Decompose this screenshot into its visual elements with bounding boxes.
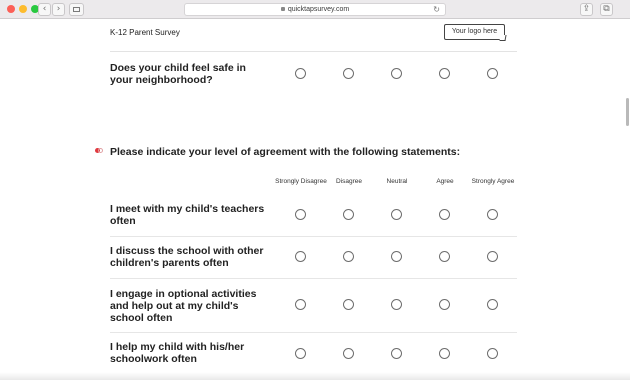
q1-radio-agree[interactable] xyxy=(439,68,450,79)
vertical-scrollbar[interactable] xyxy=(624,20,630,380)
scrollbar-thumb[interactable] xyxy=(626,98,629,126)
close-window-button[interactable] xyxy=(7,5,15,13)
tab-overview-button[interactable]: ⧉ xyxy=(600,3,613,16)
required-indicator-icon xyxy=(95,148,105,154)
row4-radio-disagree[interactable] xyxy=(343,348,354,359)
sidebar-toggle-button[interactable] xyxy=(69,3,84,16)
survey-page: K-12 Parent Survey Your logo here Does y… xyxy=(0,20,630,380)
forward-button[interactable]: › xyxy=(52,3,65,16)
logo-text: Your logo here xyxy=(451,28,498,35)
statement-row-4: I help my child with his/her schoolwork … xyxy=(110,341,245,365)
row4-radio-strongly-agree[interactable] xyxy=(487,348,498,359)
row3-radio-disagree[interactable] xyxy=(343,299,354,310)
question-agreement-text: Please indicate your level of agreement … xyxy=(110,146,461,158)
chevron-right-icon: › xyxy=(56,4,61,14)
address-bar[interactable]: quicktapsurvey.com ↻ xyxy=(184,3,446,16)
browser-toolbar: ‹ › quicktapsurvey.com ↻ ⇪ ⧉ xyxy=(0,0,630,19)
column-header-agree: Agree xyxy=(436,178,454,185)
row3-radio-strongly-agree[interactable] xyxy=(487,299,498,310)
q1-radio-disagree[interactable] xyxy=(343,68,354,79)
statement-row-3: I engage in optional activities and help… xyxy=(110,288,257,324)
q1-radio-neutral[interactable] xyxy=(391,68,402,79)
question-safety-text: Does your child feel safe in your neighb… xyxy=(110,62,246,86)
share-button[interactable]: ⇪ xyxy=(580,3,593,16)
page-curl-icon xyxy=(499,35,507,41)
row-divider xyxy=(110,332,517,333)
statement-row-1: I meet with my child's teachers often xyxy=(110,203,265,227)
row1-radio-neutral[interactable] xyxy=(391,209,402,220)
url-text: quicktapsurvey.com xyxy=(287,6,350,13)
sidebar-icon xyxy=(73,7,80,12)
row2-radio-strongly-disagree[interactable] xyxy=(295,251,306,262)
column-header-strongly-agree: Strongly Agree xyxy=(471,178,515,185)
row1-radio-strongly-disagree[interactable] xyxy=(295,209,306,220)
row1-radio-strongly-agree[interactable] xyxy=(487,209,498,220)
lock-icon xyxy=(280,7,285,12)
row1-radio-agree[interactable] xyxy=(439,209,450,220)
row1-radio-disagree[interactable] xyxy=(343,209,354,220)
back-button[interactable]: ‹ xyxy=(38,3,51,16)
row4-radio-neutral[interactable] xyxy=(391,348,402,359)
column-header-disagree: Disagree xyxy=(335,178,362,185)
row2-radio-disagree[interactable] xyxy=(343,251,354,262)
row3-radio-neutral[interactable] xyxy=(391,299,402,310)
survey-header: K-12 Parent Survey Your logo here xyxy=(0,20,630,52)
row-divider xyxy=(110,236,517,237)
row4-radio-strongly-disagree[interactable] xyxy=(295,348,306,359)
reload-icon[interactable]: ↻ xyxy=(433,4,440,15)
row2-radio-neutral[interactable] xyxy=(391,251,402,262)
q1-radio-strongly-agree[interactable] xyxy=(487,68,498,79)
share-icon: ⇪ xyxy=(582,4,591,14)
row-divider xyxy=(110,278,517,279)
header-divider xyxy=(110,51,517,52)
row3-radio-strongly-disagree[interactable] xyxy=(295,299,306,310)
survey-title: K-12 Parent Survey xyxy=(110,28,180,37)
logo-placeholder: Your logo here xyxy=(444,24,507,41)
row2-radio-agree[interactable] xyxy=(439,251,450,262)
row2-radio-strongly-agree[interactable] xyxy=(487,251,498,262)
row3-radio-agree[interactable] xyxy=(439,299,450,310)
page-bottom-shadow xyxy=(0,372,630,380)
row4-radio-agree[interactable] xyxy=(439,348,450,359)
q1-radio-strongly-disagree[interactable] xyxy=(295,68,306,79)
tabs-icon: ⧉ xyxy=(603,4,610,14)
statement-row-2: I discuss the school with other children… xyxy=(110,245,264,269)
column-header-neutral: Neutral xyxy=(386,178,408,185)
column-header-strongly-disagree: Strongly Disagree xyxy=(275,178,327,185)
chevron-left-icon: ‹ xyxy=(42,4,47,14)
minimize-window-button[interactable] xyxy=(19,5,27,13)
